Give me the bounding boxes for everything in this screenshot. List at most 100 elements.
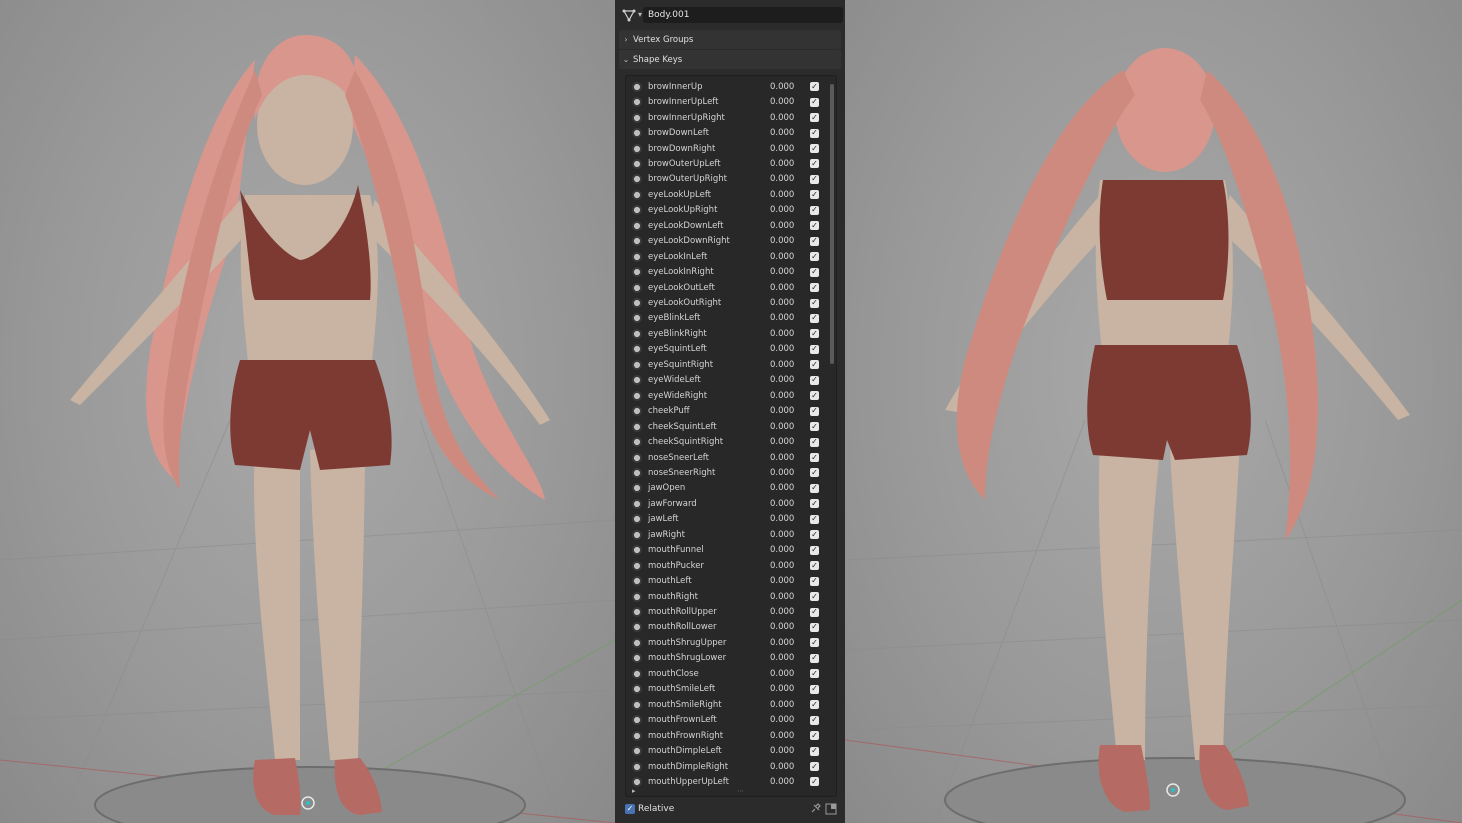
shape-key-value[interactable]: 0.000 <box>770 561 794 571</box>
shape-key-name[interactable]: noseSneerLeft <box>648 453 709 463</box>
shape-key-row[interactable]: cheekSquintRight 0.000 ✓ <box>626 434 826 449</box>
viewport-front[interactable] <box>0 0 615 823</box>
shape-key-name[interactable]: mouthShrugLower <box>648 653 726 663</box>
shape-key-mute-checkbox[interactable]: ✓ <box>810 236 819 246</box>
shape-key-mute-checkbox[interactable]: ✓ <box>810 715 819 725</box>
shape-key-row[interactable]: noseSneerLeft 0.000 ✓ <box>626 450 826 465</box>
shape-keys-section[interactable]: ⌄ Shape Keys <box>619 50 841 69</box>
shape-key-row[interactable]: eyeLookInRight 0.000 ✓ <box>626 264 826 279</box>
shape-key-mute-checkbox[interactable]: ✓ <box>810 267 819 277</box>
shape-key-value[interactable]: 0.000 <box>770 113 794 123</box>
shape-key-row[interactable]: mouthFunnel 0.000 ✓ <box>626 543 826 558</box>
shape-key-value[interactable]: 0.000 <box>770 375 794 385</box>
shape-key-row[interactable]: mouthDimpleRight 0.000 ✓ <box>626 759 826 774</box>
shape-key-row[interactable]: mouthPucker 0.000 ✓ <box>626 558 826 573</box>
shape-key-value[interactable]: 0.000 <box>770 530 794 540</box>
viewport-back[interactable] <box>845 0 1462 823</box>
shape-key-value[interactable]: 0.000 <box>770 715 794 725</box>
shape-key-mute-checkbox[interactable]: ✓ <box>810 483 819 493</box>
shape-key-mute-checkbox[interactable]: ✓ <box>810 221 819 231</box>
shape-key-name[interactable]: browInnerUpLeft <box>648 97 718 107</box>
shape-key-name[interactable]: browInnerUpRight <box>648 113 725 123</box>
shape-key-row[interactable]: mouthFrownLeft 0.000 ✓ <box>626 712 826 727</box>
shape-key-value[interactable]: 0.000 <box>770 283 794 293</box>
shape-key-name[interactable]: noseSneerRight <box>648 468 715 478</box>
shape-key-value[interactable]: 0.000 <box>770 468 794 478</box>
relative-checkbox[interactable]: ✓ <box>625 804 635 814</box>
shape-key-mute-checkbox[interactable]: ✓ <box>810 205 819 215</box>
shape-key-name[interactable]: jawLeft <box>648 514 679 524</box>
shape-key-mute-checkbox[interactable]: ✓ <box>810 344 819 354</box>
shape-key-row[interactable]: mouthRollUpper 0.000 ✓ <box>626 604 826 619</box>
edit-mode-icon[interactable] <box>825 803 837 815</box>
shape-key-mute-checkbox[interactable]: ✓ <box>810 684 819 694</box>
shape-key-mute-checkbox[interactable]: ✓ <box>810 499 819 509</box>
shape-key-name[interactable]: mouthSmileRight <box>648 700 722 710</box>
shape-key-mute-checkbox[interactable]: ✓ <box>810 159 819 169</box>
shape-key-mute-checkbox[interactable]: ✓ <box>810 622 819 632</box>
shape-key-row[interactable]: jawRight 0.000 ✓ <box>626 527 826 542</box>
shape-key-mute-checkbox[interactable]: ✓ <box>810 777 819 787</box>
shape-key-mute-checkbox[interactable]: ✓ <box>810 700 819 710</box>
shape-key-row[interactable]: browInnerUpRight 0.000 ✓ <box>626 110 826 125</box>
shape-key-row[interactable]: eyeBlinkRight 0.000 ✓ <box>626 326 826 341</box>
shape-key-mute-checkbox[interactable]: ✓ <box>810 422 819 432</box>
shape-key-value[interactable]: 0.000 <box>770 159 794 169</box>
shape-key-row[interactable]: browOuterUpRight 0.000 ✓ <box>626 172 826 187</box>
shape-key-value[interactable]: 0.000 <box>770 669 794 679</box>
shape-key-mute-checkbox[interactable]: ✓ <box>810 437 819 447</box>
shape-key-row[interactable]: eyeBlinkLeft 0.000 ✓ <box>626 311 826 326</box>
shape-key-value[interactable]: 0.000 <box>770 762 794 772</box>
shape-key-name[interactable]: jawForward <box>648 499 697 509</box>
shape-key-value[interactable]: 0.000 <box>770 437 794 447</box>
shape-key-value[interactable]: 0.000 <box>770 731 794 741</box>
shape-key-name[interactable]: mouthRollLower <box>648 622 717 632</box>
shape-key-value[interactable]: 0.000 <box>770 313 794 323</box>
shape-key-row[interactable]: mouthUpperUpLeft 0.000 ✓ <box>626 774 826 789</box>
shape-key-value[interactable]: 0.000 <box>770 252 794 262</box>
shape-key-value[interactable]: 0.000 <box>770 592 794 602</box>
shape-key-row[interactable]: mouthShrugUpper 0.000 ✓ <box>626 635 826 650</box>
shape-key-name[interactable]: mouthFunnel <box>648 545 704 555</box>
shape-key-mute-checkbox[interactable]: ✓ <box>810 375 819 385</box>
shape-key-name[interactable]: mouthUpperUpLeft <box>648 777 729 787</box>
shape-key-name[interactable]: mouthRollUpper <box>648 607 717 617</box>
shape-key-value[interactable]: 0.000 <box>770 653 794 663</box>
shape-key-value[interactable]: 0.000 <box>770 545 794 555</box>
shape-key-mute-checkbox[interactable]: ✓ <box>810 592 819 602</box>
shape-key-row[interactable]: eyeLookDownLeft 0.000 ✓ <box>626 218 826 233</box>
shape-key-value[interactable]: 0.000 <box>770 236 794 246</box>
shape-key-value[interactable]: 0.000 <box>770 638 794 648</box>
shape-key-name[interactable]: cheekSquintLeft <box>648 422 717 432</box>
shape-key-name[interactable]: browDownRight <box>648 144 715 154</box>
shape-key-value[interactable]: 0.000 <box>770 329 794 339</box>
shape-key-value[interactable]: 0.000 <box>770 174 794 184</box>
shape-key-mute-checkbox[interactable]: ✓ <box>810 252 819 262</box>
shape-key-row[interactable]: eyeLookDownRight 0.000 ✓ <box>626 234 826 249</box>
shape-key-row[interactable]: mouthClose 0.000 ✓ <box>626 666 826 681</box>
shape-key-mute-checkbox[interactable]: ✓ <box>810 762 819 772</box>
shape-key-name[interactable]: mouthClose <box>648 669 699 679</box>
shape-key-value[interactable]: 0.000 <box>770 607 794 617</box>
shape-key-mute-checkbox[interactable]: ✓ <box>810 298 819 308</box>
object-name-field[interactable]: Body.001 <box>643 7 843 23</box>
shape-key-row[interactable]: mouthSmileRight 0.000 ✓ <box>626 697 826 712</box>
shape-key-name[interactable]: eyeLookOutRight <box>648 298 721 308</box>
shape-key-value[interactable]: 0.000 <box>770 453 794 463</box>
mesh-data-icon[interactable] <box>620 6 638 24</box>
shape-key-name[interactable]: mouthSmileLeft <box>648 684 715 694</box>
shape-key-value[interactable]: 0.000 <box>770 777 794 787</box>
shape-key-mute-checkbox[interactable]: ✓ <box>810 82 819 92</box>
shape-key-mute-checkbox[interactable]: ✓ <box>810 360 819 370</box>
shape-key-value[interactable]: 0.000 <box>770 205 794 215</box>
shape-key-value[interactable]: 0.000 <box>770 267 794 277</box>
shape-key-row[interactable]: browDownRight 0.000 ✓ <box>626 141 826 156</box>
shape-key-row[interactable]: eyeWideRight 0.000 ✓ <box>626 388 826 403</box>
shape-key-value[interactable]: 0.000 <box>770 190 794 200</box>
scrollbar[interactable] <box>830 84 834 364</box>
shape-key-row[interactable]: eyeSquintRight 0.000 ✓ <box>626 357 826 372</box>
shape-key-mute-checkbox[interactable]: ✓ <box>810 731 819 741</box>
shape-key-mute-checkbox[interactable]: ✓ <box>810 174 819 184</box>
shape-key-mute-checkbox[interactable]: ✓ <box>810 97 819 107</box>
shape-key-mute-checkbox[interactable]: ✓ <box>810 406 819 416</box>
